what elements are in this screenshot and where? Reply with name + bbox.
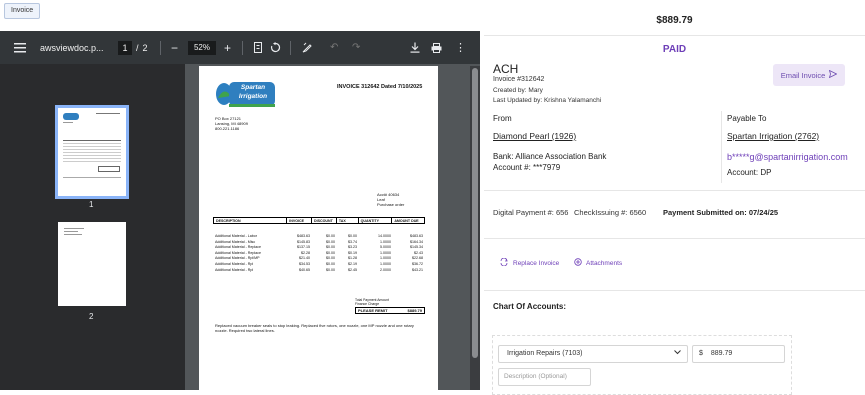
account-select[interactable]: Irrigation Repairs (7103) [498,345,688,363]
coa-line-container [492,335,792,395]
pdf-ship-info: Acct# 40634 Leaf Purchase order [377,192,405,207]
chevron-down-icon [674,346,681,362]
undo-icon[interactable]: ↶ [330,31,338,64]
invoice-total: $889.79 [484,0,865,36]
print-icon[interactable] [431,31,442,64]
amount-value: 889.79 [710,350,733,357]
chart-of-accounts-title: Chart Of Accounts: [493,302,567,311]
from-vendor-link[interactable]: Diamond Pearl (1926) [493,131,576,141]
more-options-icon[interactable]: ⋮ [455,31,466,64]
add-circle-icon [574,258,582,268]
status-badge: PAID [662,44,687,55]
payable-label: Payable To [727,114,767,123]
divider [484,290,865,291]
attachments-button[interactable]: Attachments [574,258,622,268]
thumbnail-sidebar: 1 2 [0,64,185,390]
pdf-table-cell: $0.00 [326,267,335,272]
pdf-table-row: Additional Material - Rpl $40.65 $0.00 $2.4… [213,268,425,274]
pdf-table-cell: Additional Material - Rpl [215,267,254,272]
toolbar-divider-3 [290,31,291,64]
pdf-header-cell: AMOUNT DUE [394,219,419,223]
payment-submitted-date: Payment Submitted on: 07/24/25 [663,208,779,217]
created-by: Created by: Mary [493,87,543,94]
amount-input[interactable]: $ 889.79 [692,345,785,363]
pdf-address: PO Box 27121 Lansing, MI 48909 800.221.118… [215,116,248,131]
redo-icon[interactable]: ↷ [352,31,360,64]
document-area: Spartan Irrigation INVOICE 312642 Dated … [185,64,480,390]
toolbar-divider-2 [242,31,243,64]
from-payable-divider [721,111,722,183]
menu-icon[interactable] [14,31,26,64]
document-scrollbar[interactable] [470,66,480,390]
pdf-header-cell: DESCRIPTION [214,218,288,223]
rotate-icon[interactable] [270,31,281,64]
pdf-header-cell: QUANTITY [359,218,393,223]
fit-page-icon[interactable] [254,31,262,64]
divider [484,238,865,239]
thumbnail-page-1[interactable] [55,105,129,199]
page-total: 2 [142,42,148,53]
from-bank: Bank: Alliance Association Bank [493,152,607,161]
invoice-number: Invoice #312642 [493,76,545,83]
zoom-in-icon[interactable]: + [224,31,231,64]
payable-vendor-link[interactable]: Spartan Irrigation (2762) [727,131,819,141]
pdf-table-header: DESCRIPTION INVOICE DISCOUNT TAX QUANTITY AMO… [213,217,425,224]
pdf-viewer: awsviewdoc.p... 1 / 2 − 52% + ↶ ↷ ⋮ 1 2 … [0,31,480,390]
page-current-input[interactable]: 1 [118,40,132,55]
email-invoice-button[interactable]: Email Invoice [773,64,845,86]
replace-icon [500,257,508,268]
from-label: From [493,114,512,123]
download-icon[interactable] [410,31,420,64]
from-account: Account #: ***7979 [493,163,561,172]
zoom-out-icon[interactable]: − [171,31,178,64]
spartan-logo: Spartan Irrigation [215,78,277,110]
pdf-table-cell: $40.65 [299,267,310,272]
tab-bar: Invoice [0,0,480,30]
thumbnail-label-2: 2 [89,312,94,321]
pdf-header-cell: TAX [337,218,359,223]
pdf-note: Replaced vacuum breaker seals to stop le… [215,323,414,333]
replace-invoice-button[interactable]: Replace Invoice [500,257,559,268]
page-indicator: 1 / 2 [118,31,148,64]
pdf-header-cell: DISCOUNT [312,218,337,223]
updated-by: Last Updated by: Krishna Yalamanchi [493,97,602,104]
annotate-icon[interactable] [302,31,313,64]
digital-payment-number: Digital Payment #: 656 [493,208,569,217]
thumbnail-label-1: 1 [89,200,94,209]
pdf-table-cell: $2.45 [348,267,357,272]
pdf-table-body: Additional Material - Labor $483.63 $0.00 $… [213,234,425,273]
viewer-filename: awsviewdoc.p... [40,42,104,53]
payment-method: ACH [493,62,519,76]
pdf-header-cell: INVOICE [287,218,313,223]
description-input[interactable]: Description (Optional) [498,368,591,386]
toolbar-divider-1 [160,31,161,64]
divider [484,190,865,191]
tab-invoice[interactable]: Invoice [4,3,41,19]
currency-prefix: $ [699,350,703,357]
page-separator: / [136,42,139,53]
pdf-line-table: DESCRIPTION INVOICE DISCOUNT TAX QUANTITY AMO… [213,217,425,273]
pdf-invoice-title: INVOICE 312642 Dated 7/10/2025 [337,84,423,90]
viewer-toolbar: awsviewdoc.p... 1 / 2 − 52% + ↶ ↷ ⋮ [0,31,480,64]
pdf-table-cell: $43.21 [412,267,423,272]
pdf-table-cell: 2.0000 [380,267,391,272]
thumbnail-page-2[interactable] [58,222,126,306]
payable-account: Account: DP [727,168,772,177]
invoice-detail-pane: $889.79 PAID ACH Invoice #312642 Created… [484,0,865,395]
payable-email[interactable]: b*****g@spartanirrigation.com [727,152,848,162]
send-icon [829,69,838,80]
pdf-totals: Total Payment Amount Finance Charge PLEA… [355,298,425,314]
zoom-level[interactable]: 52% [188,31,216,64]
check-issuing-number: CheckIssuing #: 6560 [574,208,647,217]
invoice-page: Spartan Irrigation INVOICE 312642 Dated … [199,66,438,390]
